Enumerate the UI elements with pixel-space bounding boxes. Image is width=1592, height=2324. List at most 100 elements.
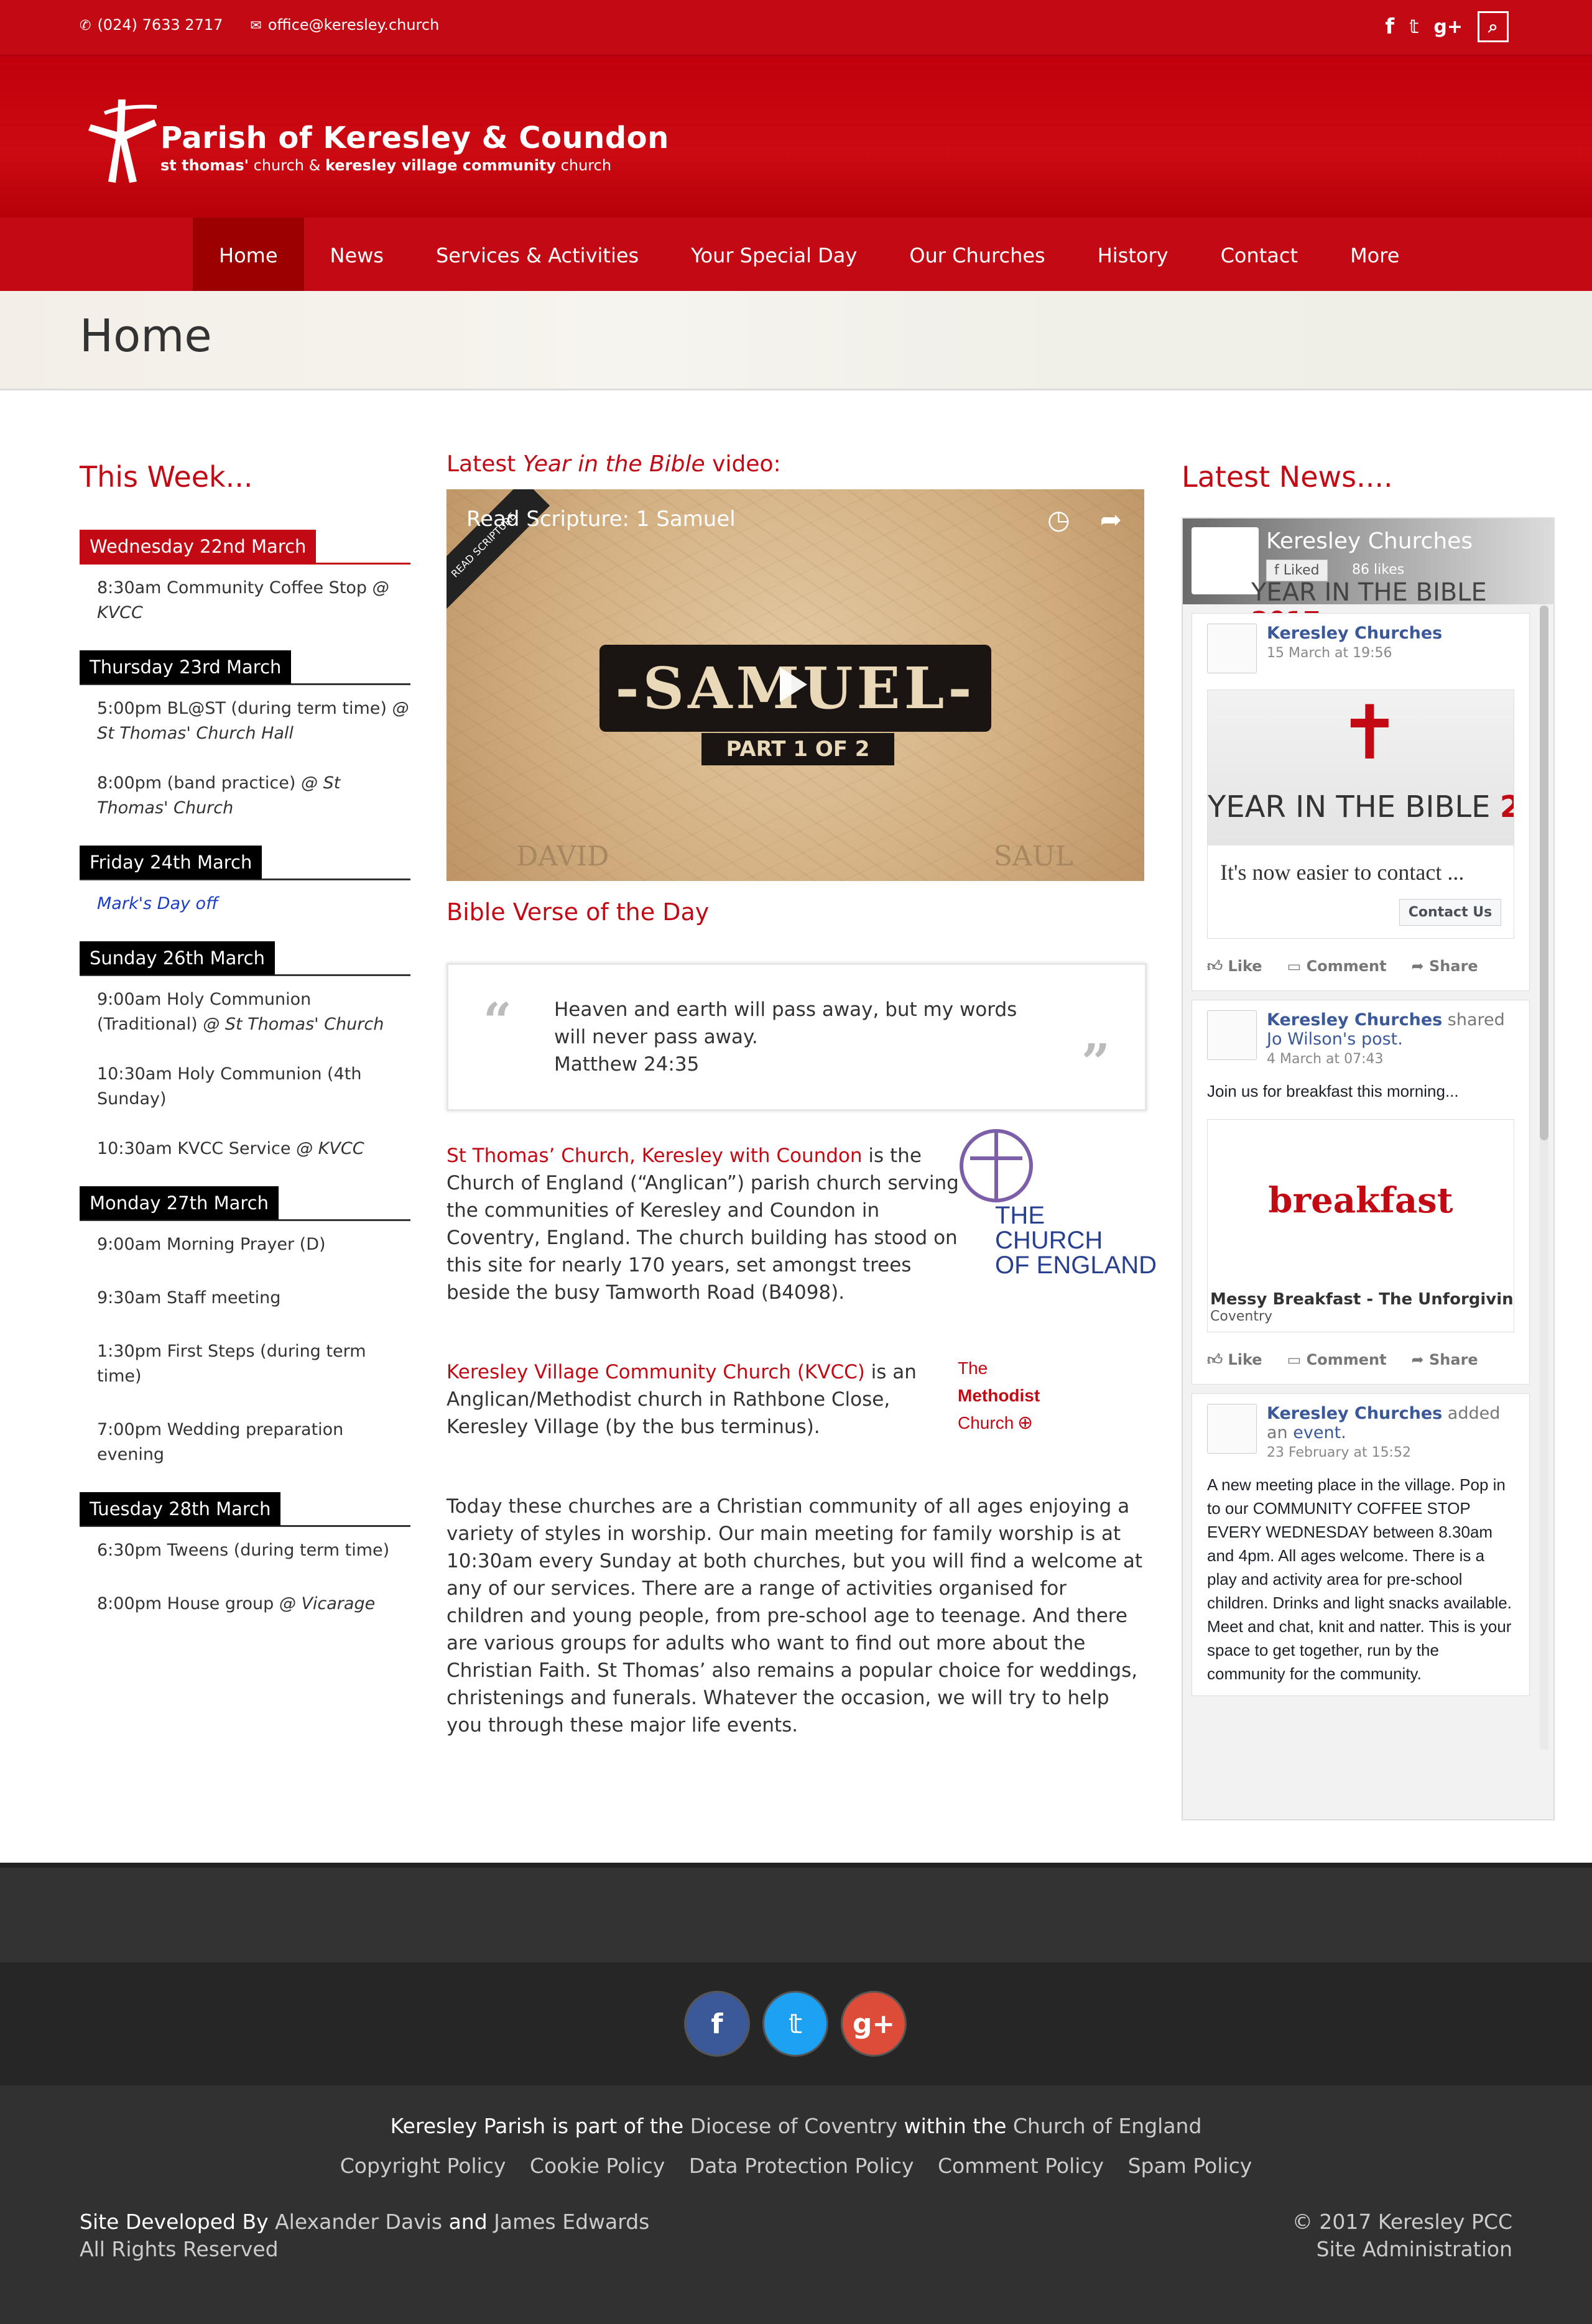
post-avatar[interactable] [1207, 1404, 1257, 1454]
liked-button[interactable]: f Liked [1266, 560, 1328, 581]
google-plus-icon[interactable]: g+ [1433, 16, 1463, 38]
nav-our-churches[interactable]: Our Churches [883, 218, 1071, 291]
policy-links: Copyright Policy Cookie Policy Data Prot… [0, 2154, 1592, 2178]
post-author: Keresley Churches added an event. [1267, 1404, 1501, 1442]
share-icon[interactable]: ➦ [1100, 504, 1122, 535]
church-of-england-logo[interactable]: THE CHURCH OF ENGLAND [958, 1127, 1158, 1278]
developer-link[interactable]: James Edwards [494, 2210, 649, 2234]
main-content: Latest Year in the Bible video: READ SCR… [447, 451, 1157, 1739]
page-avatar[interactable] [1192, 527, 1259, 594]
facebook-page-name[interactable]: Keresley Churches [1266, 528, 1473, 554]
site-logo[interactable]: Parish of Keresley & Coundon st thomas' … [80, 95, 669, 188]
video-caption-left: DAVID [516, 841, 609, 872]
event-item[interactable]: Mark's Day off [97, 892, 410, 916]
nav-your-special-day[interactable]: Your Special Day [665, 218, 883, 291]
comment-button[interactable]: ▭ Comment [1287, 957, 1387, 975]
site-admin-link[interactable]: Site Administration [1292, 2236, 1512, 2263]
day-block: Monday 27th March 9:00am Morning Prayer … [80, 1186, 410, 1467]
coe-link[interactable]: Church of England [1013, 2114, 1202, 2138]
kvcc-link[interactable]: Keresley Village Community Church (KVCC) [447, 1361, 865, 1383]
comment-button[interactable]: ▭ Comment [1287, 1351, 1387, 1369]
facebook-icon: f [1274, 563, 1284, 578]
event-item[interactable]: 8:30am Community Coffee Stop @ KVCC [97, 576, 410, 625]
post-actions: 👍︎ Like ▭ Comment ➦ Share [1207, 1351, 1514, 1374]
share-button[interactable]: ➦ Share [1412, 1351, 1478, 1369]
nav-services-activities[interactable]: Services & Activities [410, 218, 665, 291]
post-time[interactable]: 15 March at 19:56 [1267, 645, 1442, 661]
post-time[interactable]: 4 March at 07:43 [1267, 1051, 1514, 1067]
post-link-card[interactable]: ✝ YEAR IN THE BIBLE 20 It's now easier t… [1207, 689, 1514, 939]
event-item[interactable]: 8:00pm (band practice) @ St Thomas' Chur… [97, 771, 410, 821]
site-title: Parish of Keresley & Coundon [160, 121, 669, 155]
st-thomas-paragraph: St Thomas’ Church, Keresley with Coundon… [447, 1129, 1157, 1306]
nav-more[interactable]: More [1324, 218, 1425, 291]
phone-icon: ✆ [80, 18, 91, 34]
play-icon[interactable] [780, 667, 807, 702]
link-card-image: ✝ YEAR IN THE BIBLE 20 [1208, 690, 1514, 846]
link-card-title: Messy Breakfast - The Unforgiving S [1210, 1290, 1514, 1309]
feed-scrollbar[interactable] [1540, 606, 1548, 1750]
st-thomas-link[interactable]: St Thomas’ Church, Keresley with Coundon [447, 1145, 863, 1167]
copyright-policy-link[interactable]: Copyright Policy [340, 2154, 506, 2178]
event-item[interactable]: 6:30pm Tweens (during term time) [97, 1538, 410, 1563]
event-item[interactable]: 1:30pm First Steps (during term time) [97, 1339, 410, 1389]
verse-reference[interactable]: Matthew 24:35 [554, 1051, 1052, 1078]
video-title[interactable]: Read Scripture: 1 Samuel [466, 507, 736, 532]
diocese-link[interactable]: Diocese of Coventry [690, 2114, 898, 2138]
contact-us-button[interactable]: Contact Us [1399, 899, 1501, 926]
nav-contact[interactable]: Contact [1195, 218, 1325, 291]
like-button[interactable]: 👍︎ Like [1207, 957, 1262, 975]
this-week-title: This Week... [80, 460, 253, 494]
event-item[interactable]: 9:00am Morning Prayer (D) [97, 1232, 410, 1257]
footer-twitter-button[interactable]: 𝕥 [762, 1991, 828, 2057]
footer-google-plus-button[interactable]: g+ [841, 1991, 907, 2057]
day-block: Wednesday 22nd March 8:30am Community Co… [80, 530, 410, 625]
event-item[interactable]: 10:30am KVCC Service @ KVCC [97, 1137, 410, 1161]
cookie-policy-link[interactable]: Cookie Policy [530, 2154, 665, 2178]
post-actions: 👍︎ Like ▭ Comment ➦ Share [1207, 957, 1514, 980]
video-player[interactable]: READ SCRIPTURE Read Scripture: 1 Samuel … [447, 489, 1144, 881]
scrollbar-thumb[interactable] [1540, 606, 1548, 1140]
post-author[interactable]: Keresley Churches [1267, 624, 1442, 643]
nav-history[interactable]: History [1071, 218, 1195, 291]
twitter-icon[interactable]: 𝕥 [1409, 16, 1418, 38]
watch-later-icon[interactable]: ◷ [1047, 504, 1070, 535]
event-item[interactable]: 8:00pm House group @ Vicarage [97, 1592, 410, 1616]
post-time[interactable]: 23 February at 15:52 [1267, 1445, 1514, 1460]
share-button[interactable]: ➦ Share [1412, 957, 1478, 975]
event-item[interactable]: 9:30am Staff meeting [97, 1286, 410, 1311]
event-item[interactable]: 10:30am Holy Communion (4th Sunday) [97, 1062, 410, 1112]
footer-facebook-button[interactable]: f [684, 1991, 750, 2057]
data-protection-link[interactable]: Data Protection Policy [689, 2154, 914, 2178]
like-button[interactable]: 👍︎ Like [1207, 1351, 1262, 1369]
main-nav: Home News Services & Activities Your Spe… [0, 218, 1592, 291]
post-author: Keresley Churches shared Jo Wilson's pos… [1267, 1010, 1505, 1049]
facebook-page-header[interactable]: YEAR IN THE BIBLE 2017 Keresley Churches… [1183, 519, 1553, 635]
methodist-globe-icon: ⊕ [1017, 1413, 1034, 1433]
developer-link[interactable]: Alexander Davis [275, 2210, 442, 2234]
post-avatar[interactable] [1207, 624, 1257, 673]
share-icon: ➦ [1411, 1351, 1430, 1368]
facebook-feed-widget[interactable]: YEAR IN THE BIBLE 2017 Keresley Churches… [1182, 517, 1555, 1820]
footer-social: f 𝕥 g+ [0, 1962, 1592, 2085]
email-link[interactable]: ✉ office@keresley.church [250, 16, 439, 34]
nav-home[interactable]: Home [193, 218, 304, 291]
coe-emblem-icon [960, 1129, 1033, 1202]
spam-policy-link[interactable]: Spam Policy [1128, 2154, 1252, 2178]
post-avatar[interactable] [1207, 1010, 1257, 1060]
event-item[interactable]: 5:00pm BL@ST (during term time) @ St Tho… [97, 696, 410, 746]
site-header: Parish of Keresley & Coundon st thomas' … [0, 55, 1592, 218]
nav-news[interactable]: News [304, 218, 410, 291]
phone-link[interactable]: ✆ (024) 7633 2717 [80, 16, 223, 34]
news-sidebar: Latest News.... YEAR IN THE BIBLE 2017 K… [1182, 460, 1555, 1820]
this-week-sidebar: This Week... Wednesday 22nd March 8:30am… [80, 460, 410, 1616]
search-button[interactable]: ⌕ [1478, 11, 1509, 42]
post-body: Join us for breakfast this morning... [1207, 1082, 1459, 1100]
methodist-church-logo[interactable]: The Methodist Church ⊕ [958, 1355, 1040, 1437]
comment-policy-link[interactable]: Comment Policy [938, 2154, 1104, 2178]
event-item[interactable]: 7:00pm Wedding preparation evening [97, 1418, 410, 1467]
post-link-card[interactable]: breakfast Messy Breakfast - The Unforgiv… [1207, 1119, 1514, 1332]
event-item[interactable]: 9:00am Holy Communion (Traditional) @ St… [97, 987, 410, 1037]
facebook-icon[interactable]: f [1385, 14, 1394, 39]
facebook-post: Keresley Churches 15 March at 19:56 ✝ YE… [1192, 613, 1530, 991]
